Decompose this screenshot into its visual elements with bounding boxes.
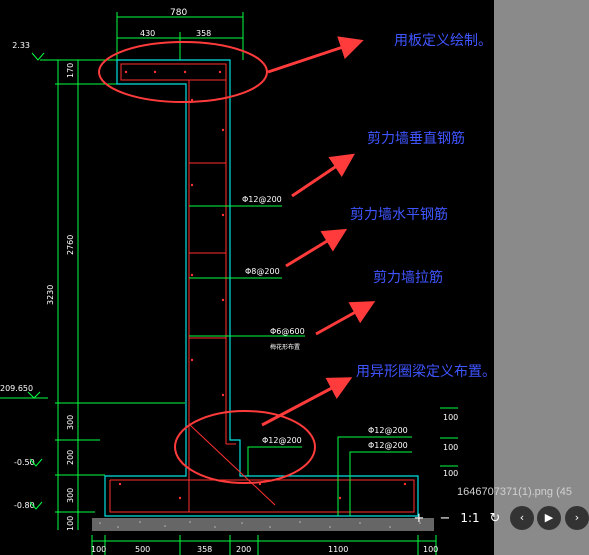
cad-drawing: 780 430 358 2.33 209.650 -0.50 -0.80 170… bbox=[0, 8, 458, 555]
top-dimensions bbox=[116, 12, 244, 60]
rebar-r1-label: Φ12@200 bbox=[368, 426, 408, 435]
play-button[interactable]: ▶ bbox=[537, 506, 561, 530]
gravel-bed bbox=[92, 518, 434, 531]
annotation-wall-tie: 剪力墙拉筋 bbox=[373, 270, 443, 286]
dim-200: 200 bbox=[66, 450, 75, 465]
bottom-dim-2: 358 bbox=[197, 545, 212, 554]
image-filename: 1646707371(1).png (45 bbox=[457, 486, 572, 498]
bottom-dim-0: 100 bbox=[91, 545, 106, 554]
bottom-dim-4: 1100 bbox=[328, 545, 348, 554]
dim-170: 170 bbox=[66, 63, 75, 78]
elev-neg1: -0.50 bbox=[14, 458, 35, 467]
dim-top-left: 430 bbox=[140, 29, 155, 38]
next-button[interactable]: › bbox=[565, 506, 589, 530]
elev-mid: 209.650 bbox=[0, 384, 33, 393]
side-dim-2: 100 bbox=[443, 443, 458, 452]
dim-2760: 2760 bbox=[66, 235, 75, 255]
zoom-out-button[interactable]: − bbox=[436, 506, 454, 531]
side-dim-1: 100 bbox=[443, 413, 458, 422]
rebar-tie-note: 梅花形布置 bbox=[270, 343, 300, 351]
annotation-wall-horizontal: 剪力墙水平钢筋 bbox=[350, 207, 448, 223]
zoom-in-button[interactable]: + bbox=[410, 506, 428, 531]
dim-top-total: 780 bbox=[170, 8, 187, 18]
rebar-dots bbox=[118, 70, 407, 500]
rebar-vertical-label: Φ12@200 bbox=[242, 195, 282, 204]
elev-top: 2.33 bbox=[12, 41, 30, 50]
rebar-tie-label: Φ6@600 bbox=[270, 327, 305, 336]
bottom-dim-5: 100 bbox=[423, 545, 438, 554]
rebar-horizontal-label: Φ8@200 bbox=[245, 267, 280, 276]
dim-top-right: 358 bbox=[196, 29, 211, 38]
prev-button[interactable]: ‹ bbox=[510, 506, 534, 530]
rotate-icon[interactable]: ↻ bbox=[486, 506, 504, 531]
annotation-ring-beam: 用异形圈梁定义布置。 bbox=[356, 364, 496, 380]
side-dim-3: 100 bbox=[443, 469, 458, 478]
bottom-dim-3: 200 bbox=[236, 545, 251, 554]
dim-300b: 300 bbox=[66, 488, 75, 503]
annotation-slab: 用板定义绘制。 bbox=[394, 33, 492, 49]
slab-highlight-ellipse bbox=[98, 41, 268, 103]
annotation-wall-vertical: 剪力墙垂直钢筋 bbox=[367, 131, 465, 147]
dim-300a: 300 bbox=[66, 415, 75, 430]
rebar-ring-label: Φ12@200 bbox=[262, 436, 302, 445]
dim-100: 100 bbox=[66, 516, 75, 531]
elev-neg2: -0.80 bbox=[14, 501, 35, 510]
bottom-dim-1: 500 bbox=[135, 545, 150, 554]
annotation-arrows bbox=[261, 36, 376, 427]
viewer-toolbar: + − 1:1 ↻ ‹ ▶ › bbox=[410, 506, 589, 531]
actual-size-button[interactable]: 1:1 bbox=[458, 506, 482, 531]
dim-3230: 3230 bbox=[46, 285, 55, 305]
elevation-markers bbox=[27, 52, 45, 510]
rebar-r2-label: Φ12@200 bbox=[368, 441, 408, 450]
